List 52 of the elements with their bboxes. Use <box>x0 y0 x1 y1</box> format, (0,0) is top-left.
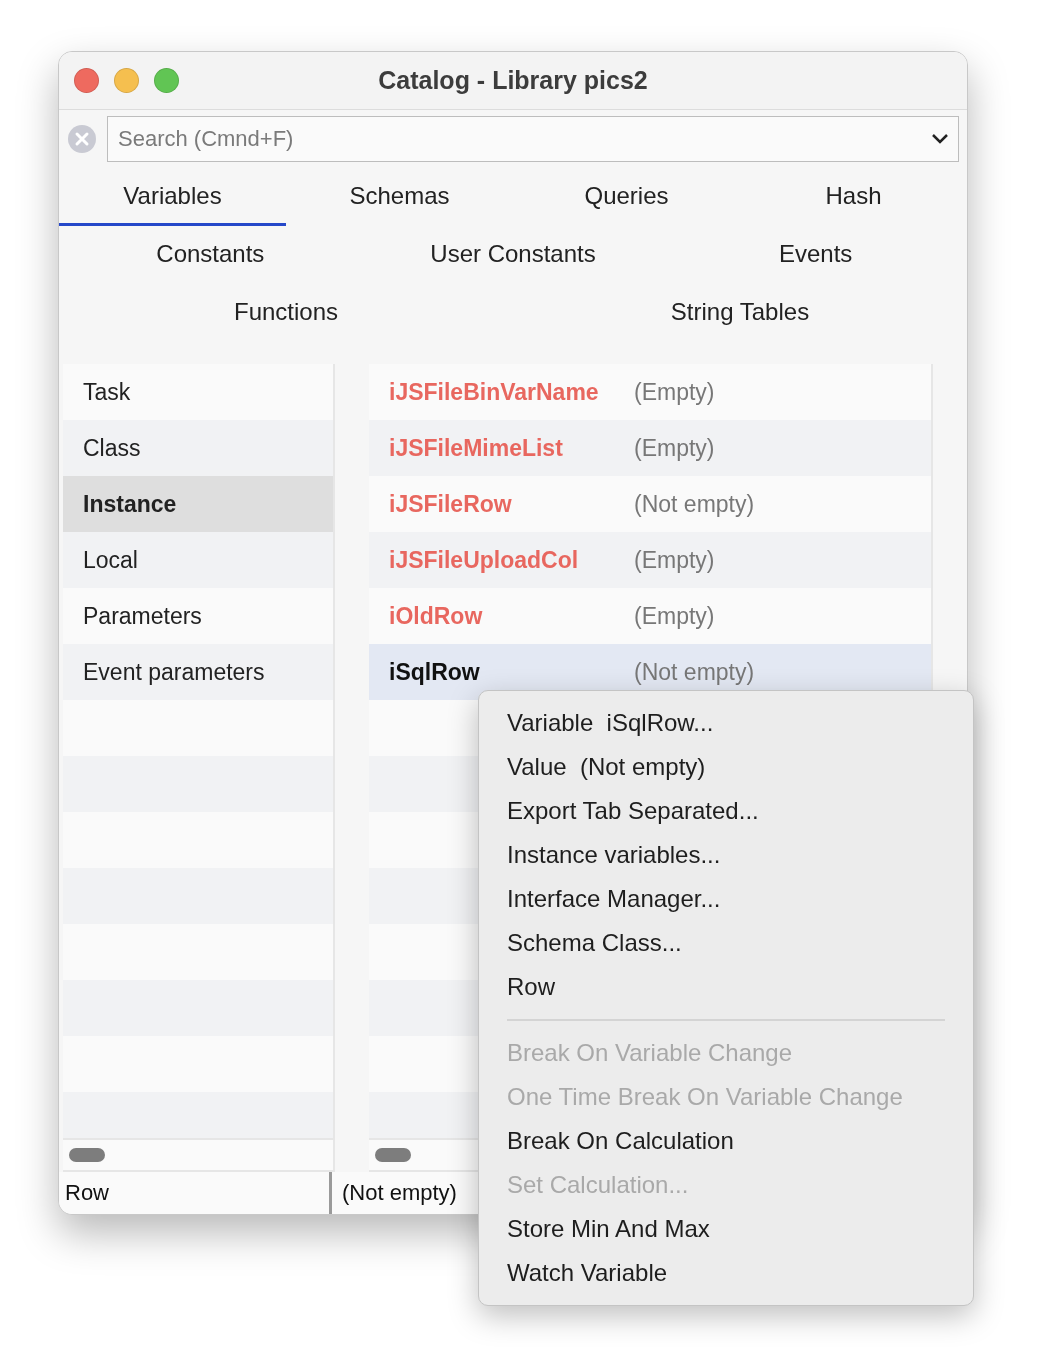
variable-name: iSqlRow <box>389 658 481 686</box>
variable-value: (Empty) <box>634 378 715 406</box>
menu-item[interactable]: Schema Class... <box>479 921 973 965</box>
chevron-down-icon[interactable] <box>931 133 949 145</box>
menu-item[interactable]: Store Min And Max <box>479 1207 973 1251</box>
menu-item[interactable]: Variable iSqlRow... <box>479 701 973 745</box>
variable-value: (Empty) <box>634 434 715 462</box>
variable-row[interactable]: iOldRow (Empty) <box>369 588 931 644</box>
menu-item[interactable]: Export Tab Separated... <box>479 789 973 833</box>
search-field[interactable]: Search (Cmnd+F) <box>107 116 959 162</box>
tab[interactable]: Events <box>664 226 967 284</box>
sidebar-item[interactable]: Event parameters <box>63 644 333 700</box>
tab[interactable]: Queries <box>513 168 740 226</box>
minimize-button[interactable] <box>114 68 139 93</box>
sidebar-item[interactable]: Class <box>63 420 333 476</box>
tab[interactable]: Schemas <box>286 168 513 226</box>
tab[interactable]: Variables <box>59 168 286 226</box>
tab[interactable]: Constants <box>59 226 362 284</box>
sidebar-item[interactable]: Task <box>63 364 333 420</box>
close-button[interactable] <box>74 68 99 93</box>
menu-item[interactable]: Interface Manager... <box>479 877 973 921</box>
variable-value: (Empty) <box>634 546 715 574</box>
variable-row[interactable]: iJSFileRow (Not empty) <box>369 476 931 532</box>
tab[interactable]: Hash <box>740 168 967 226</box>
menu-item[interactable]: Value (Not empty) <box>479 745 973 789</box>
scrollbar-thumb[interactable] <box>69 1148 105 1162</box>
variable-name: iJSFileMimeList <box>389 434 564 462</box>
menu-item[interactable]: Row <box>479 965 973 1009</box>
tab[interactable]: String Tables <box>513 284 967 342</box>
window-title: Catalog - Library pics2 <box>377 66 649 95</box>
status-name: Row <box>64 1179 110 1207</box>
sidebar-item[interactable]: Parameters <box>63 588 333 644</box>
menu-item[interactable]: Watch Variable <box>479 1251 973 1295</box>
sidebar-item[interactable]: Instance <box>63 476 333 532</box>
zoom-button[interactable] <box>154 68 179 93</box>
variable-row[interactable]: iJSFileUploadCol (Empty) <box>369 532 931 588</box>
variable-value: (Empty) <box>634 602 715 630</box>
variable-row[interactable]: iJSFileMimeList (Empty) <box>369 420 931 476</box>
scrollbar-thumb[interactable] <box>375 1148 411 1162</box>
variable-name: iJSFileRow <box>389 490 513 518</box>
variable-name: iJSFileBinVarName <box>389 378 600 406</box>
sidebar-item[interactable]: Local <box>63 532 333 588</box>
tab[interactable]: Functions <box>59 284 513 342</box>
tab[interactable]: User Constants <box>361 226 665 284</box>
variable-name: iOldRow <box>389 602 484 630</box>
variable-value: (Not empty) <box>634 490 755 518</box>
menu-item[interactable]: Break On Calculation <box>479 1119 973 1163</box>
variable-name: iJSFileUploadCol <box>389 546 580 574</box>
status-value: (Not empty) <box>341 1179 457 1207</box>
menu-item[interactable]: Instance variables... <box>479 833 973 877</box>
variable-row[interactable]: iJSFileBinVarName (Empty) <box>369 364 931 420</box>
variable-value: (Not empty) <box>634 658 755 686</box>
